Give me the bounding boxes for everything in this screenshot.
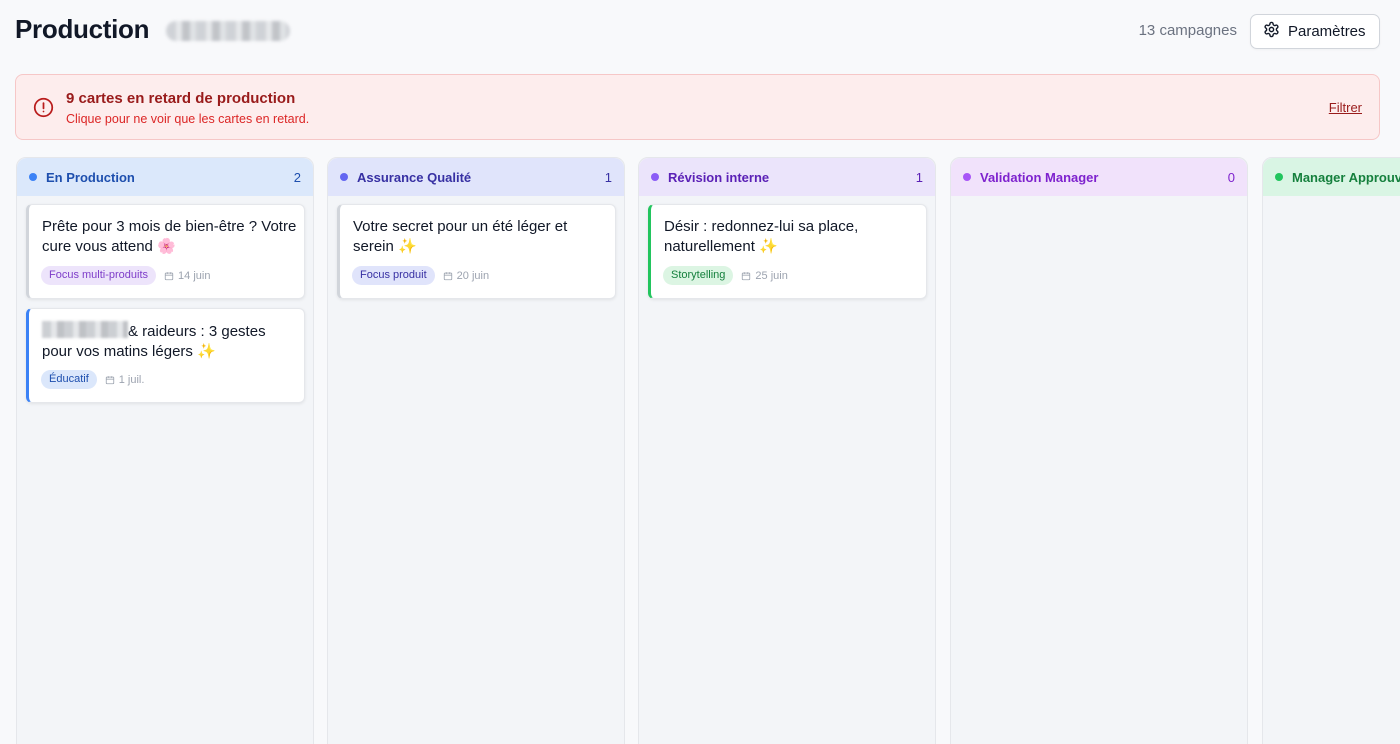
blurred-workspace-badge <box>166 21 290 41</box>
gear-icon <box>1263 21 1280 42</box>
alert-subtitle: Clique pour ne voir que les cartes en re… <box>66 112 310 126</box>
column-assurance-qualite: Assurance Qualité 1 Votre secret pour un… <box>327 157 625 744</box>
column-count: 0 <box>1227 169 1235 185</box>
filter-link[interactable]: Filtrer <box>1329 100 1362 115</box>
calendar-icon <box>164 271 174 280</box>
page-title: Production <box>15 14 150 44</box>
card-title: Prête pour 3 mois de bien-être ? Votre c… <box>42 218 297 255</box>
column-title: Manager Approuvé <box>1292 169 1400 185</box>
alert-circle-icon <box>33 97 54 118</box>
column-en-production: En Production 2 Prête pour 3 mois de bie… <box>16 157 314 744</box>
card-date-text: 1 juil. <box>118 373 145 386</box>
campaign-card[interactable]: Désir : redonnez-lui sa place, naturelle… <box>648 204 927 299</box>
card-meta: Focus produit 20 juin <box>352 266 489 285</box>
card-meta: Focus multi-produits 14 juin <box>41 266 210 285</box>
column-header[interactable]: En Production 2 <box>17 158 313 196</box>
column-title: Révision interne <box>668 169 770 185</box>
calendar-icon <box>105 375 114 384</box>
card-date: 1 juil. <box>105 373 145 386</box>
calendar-icon <box>742 271 751 280</box>
column-title: Assurance Qualité <box>357 169 472 185</box>
kanban-board: En Production 2 Prête pour 3 mois de bie… <box>16 157 1400 744</box>
column-validation-manager: Validation Manager 0 <box>950 157 1248 744</box>
blurred-text <box>42 321 128 338</box>
settings-button[interactable]: Paramètres <box>1250 14 1380 49</box>
column-header[interactable]: Validation Manager 0 <box>951 158 1247 196</box>
card-tag: Éducatif <box>41 370 97 389</box>
status-dot <box>651 173 659 181</box>
card-date-text: 14 juin <box>178 269 211 282</box>
column-manager-approuve: Manager Approuvé <box>1262 157 1400 744</box>
status-dot <box>1275 173 1283 181</box>
column-count: 2 <box>293 169 301 185</box>
column-revision-interne: Révision interne 1 Désir : redonnez-lui … <box>638 157 936 744</box>
card-date: 25 juin <box>741 269 788 282</box>
campaign-card[interactable]: Prête pour 3 mois de bien-être ? Votre c… <box>26 204 305 299</box>
card-meta: Éducatif 1 juil. <box>41 370 144 389</box>
late-cards-alert[interactable]: 9 cartes en retard de production Clique … <box>15 74 1380 140</box>
status-dot <box>29 173 37 181</box>
column-header[interactable]: Révision interne 1 <box>639 158 935 196</box>
card-date: 14 juin <box>164 270 210 282</box>
column-header[interactable]: Manager Approuvé <box>1263 158 1400 196</box>
column-header[interactable]: Assurance Qualité 1 <box>328 158 624 196</box>
card-date-text: 20 juin <box>456 269 490 282</box>
campaign-card[interactable]: & raideurs : 3 gestes pour vos matins lé… <box>26 308 305 403</box>
card-title: & raideurs : 3 gestes pour vos matins lé… <box>42 321 297 362</box>
card-title: Désir : redonnez-lui sa place, naturelle… <box>664 218 859 255</box>
card-tag: Storytelling <box>663 266 734 285</box>
column-count: 1 <box>604 169 612 185</box>
card-tag: Focus multi-produits <box>41 266 157 285</box>
campaign-card[interactable]: Votre secret pour un été léger et serein… <box>337 204 616 299</box>
card-date: 20 juin <box>443 270 489 282</box>
card-tag: Focus produit <box>352 266 435 285</box>
status-dot <box>340 173 348 181</box>
column-title: Validation Manager <box>980 169 1099 185</box>
page-header: Production 13 campagnes Paramètres <box>0 0 1400 64</box>
card-title: Votre secret pour un été léger et serein… <box>353 218 568 255</box>
calendar-icon <box>443 271 452 280</box>
column-count: 1 <box>915 169 923 185</box>
column-title: En Production <box>46 169 135 185</box>
settings-label: Paramètres <box>1288 23 1366 40</box>
card-date-text: 25 juin <box>755 269 788 282</box>
status-dot <box>963 173 971 181</box>
alert-title: 9 cartes en retard de production <box>66 90 296 107</box>
campaign-count: 13 campagnes <box>1138 22 1237 39</box>
card-meta: Storytelling 25 juin <box>663 266 788 285</box>
